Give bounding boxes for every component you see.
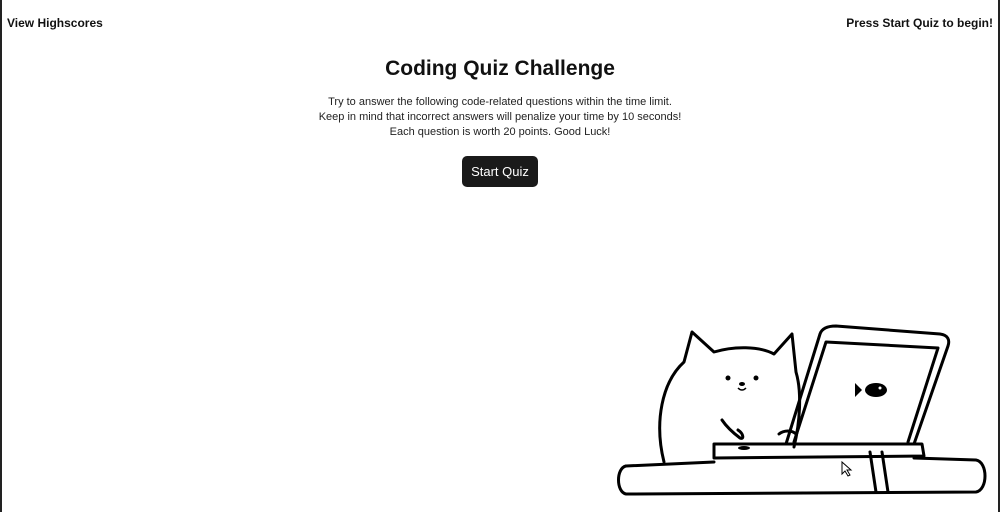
start-quiz-button[interactable]: Start Quiz <box>462 156 538 187</box>
timer-status-text: Press Start Quiz to begin! <box>846 16 993 30</box>
quiz-intro-section: Coding Quiz Challenge Try to answer the … <box>2 56 998 187</box>
page-title: Coding Quiz Challenge <box>385 57 615 80</box>
instruction-line: Keep in mind that incorrect answers will… <box>318 111 682 123</box>
quiz-instructions: Try to answer the following code-related… <box>2 95 998 140</box>
header: View Highscores Press Start Quiz to begi… <box>2 0 998 40</box>
instruction-line: Try to answer the following code-related… <box>328 96 672 108</box>
instruction-line: Each question is worth 20 points. Good L… <box>389 126 611 138</box>
view-highscores-link[interactable]: View Highscores <box>7 16 103 30</box>
cat-with-laptop-icon <box>617 324 987 496</box>
